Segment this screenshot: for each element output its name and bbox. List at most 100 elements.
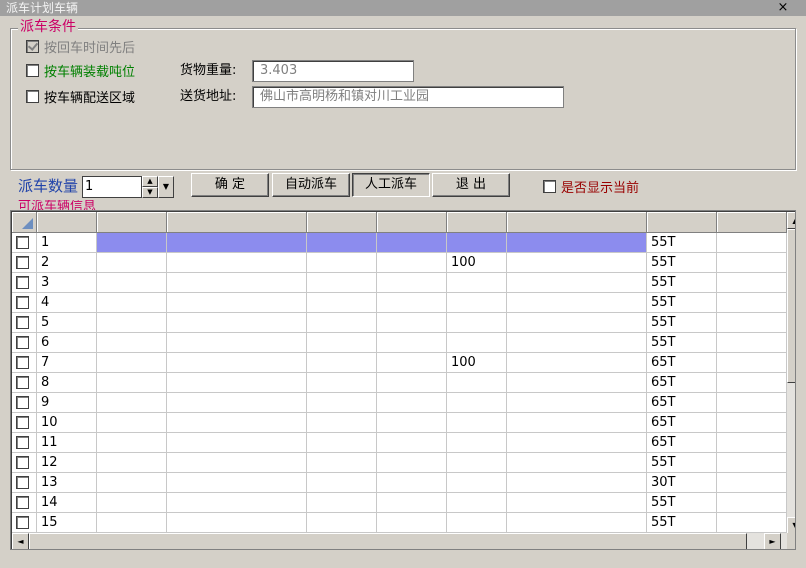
grid-cell[interactable] — [507, 373, 647, 393]
exit-button[interactable]: 退 出 — [432, 173, 510, 197]
grid-cell[interactable] — [447, 473, 507, 493]
grid-cell[interactable]: 10 — [37, 413, 97, 433]
grid-cell[interactable] — [447, 233, 507, 253]
grid-cell[interactable]: 65T — [647, 353, 717, 373]
grid-cell[interactable] — [507, 273, 647, 293]
grid-cell[interactable] — [447, 373, 507, 393]
grid-cell[interactable] — [97, 393, 167, 413]
grid-cell[interactable]: 65T — [647, 373, 717, 393]
row-checkbox[interactable] — [16, 436, 29, 449]
grid-cell[interactable] — [167, 493, 307, 513]
column-header[interactable] — [307, 212, 377, 233]
grid-cell[interactable]: 55T — [647, 233, 717, 253]
area-checkbox[interactable] — [26, 89, 39, 103]
table-row[interactable]: 8 65T — [12, 373, 787, 393]
close-icon[interactable]: × — [776, 0, 790, 15]
grid-cell[interactable]: 30T — [647, 473, 717, 493]
grid-cell[interactable]: 4 — [37, 293, 97, 313]
grid-cell[interactable] — [447, 293, 507, 313]
grid-cell[interactable]: 6 — [37, 333, 97, 353]
table-row[interactable]: 13 30T — [12, 473, 787, 493]
grid-cell[interactable] — [377, 293, 447, 313]
grid-cell[interactable] — [717, 353, 787, 373]
grid-cell[interactable] — [167, 413, 307, 433]
row-checkbox[interactable] — [16, 516, 29, 529]
row-checkbox[interactable] — [16, 316, 29, 329]
show-current-option[interactable]: 是否显示当前 — [543, 177, 639, 196]
grid-cell[interactable] — [307, 493, 377, 513]
grid-cell[interactable]: 55T — [647, 513, 717, 533]
capacity-option[interactable]: 按车辆装载吨位 — [26, 61, 135, 80]
select-all-icon[interactable] — [12, 212, 37, 233]
grid-cell[interactable] — [167, 393, 307, 413]
row-checkbox[interactable] — [16, 276, 29, 289]
column-header[interactable] — [377, 212, 447, 233]
table-row[interactable]: 14 55T — [12, 493, 787, 513]
horizontal-scroll-thumb[interactable] — [29, 533, 747, 549]
grid-cell[interactable] — [507, 453, 647, 473]
row-checkbox[interactable] — [16, 256, 29, 269]
grid-cell[interactable] — [97, 473, 167, 493]
grid-cell[interactable]: 65T — [647, 413, 717, 433]
grid-cell[interactable]: 100 — [447, 353, 507, 373]
grid-cell[interactable] — [167, 233, 307, 253]
column-header[interactable] — [97, 212, 167, 233]
grid-cell[interactable] — [97, 413, 167, 433]
grid-cell[interactable] — [507, 233, 647, 253]
table-row[interactable]: 7 100 65T — [12, 353, 787, 373]
column-header[interactable] — [507, 212, 647, 233]
grid-cell[interactable] — [167, 513, 307, 533]
grid-cell[interactable] — [377, 353, 447, 373]
grid-cell[interactable] — [377, 373, 447, 393]
grid-cell[interactable] — [507, 293, 647, 313]
grid-cell[interactable] — [717, 313, 787, 333]
grid-cell[interactable]: 55T — [647, 253, 717, 273]
grid-cell[interactable] — [377, 313, 447, 333]
grid-cell[interactable]: 55T — [647, 313, 717, 333]
grid-cell[interactable] — [447, 273, 507, 293]
grid-cell[interactable]: 55T — [647, 293, 717, 313]
grid-cell[interactable] — [507, 353, 647, 373]
grid-cell[interactable] — [97, 333, 167, 353]
grid-cell[interactable] — [97, 233, 167, 253]
grid-cell[interactable] — [507, 433, 647, 453]
show-current-checkbox[interactable] — [543, 179, 556, 193]
grid-cell[interactable] — [717, 273, 787, 293]
column-header[interactable] — [37, 212, 97, 233]
grid-cell[interactable] — [377, 333, 447, 353]
row-checkbox[interactable] — [16, 496, 29, 509]
grid-cell[interactable] — [717, 393, 787, 413]
table-row[interactable]: 1 55T — [12, 233, 787, 253]
grid-cell[interactable] — [507, 313, 647, 333]
grid-cell[interactable] — [377, 453, 447, 473]
grid-cell[interactable]: 9 — [37, 393, 97, 413]
row-checkbox[interactable] — [16, 456, 29, 469]
row-checkbox[interactable] — [16, 296, 29, 309]
table-row[interactable]: 3 55T — [12, 273, 787, 293]
grid-cell[interactable] — [717, 433, 787, 453]
grid-cell[interactable] — [507, 493, 647, 513]
grid-cell[interactable] — [447, 513, 507, 533]
grid-cell[interactable] — [167, 333, 307, 353]
grid-cell[interactable] — [717, 233, 787, 253]
grid-cell[interactable] — [377, 413, 447, 433]
grid-cell[interactable]: 65T — [647, 393, 717, 413]
grid-cell[interactable] — [97, 353, 167, 373]
grid-cell[interactable] — [307, 253, 377, 273]
grid-cell[interactable] — [377, 393, 447, 413]
grid-cell[interactable]: 15 — [37, 513, 97, 533]
grid-cell[interactable] — [167, 453, 307, 473]
weight-input[interactable]: 3.403 — [252, 60, 414, 82]
grid-cell[interactable] — [307, 473, 377, 493]
grid-cell[interactable] — [717, 513, 787, 533]
grid-cell[interactable]: 14 — [37, 493, 97, 513]
grid-cell[interactable] — [717, 493, 787, 513]
grid-cell[interactable] — [307, 393, 377, 413]
grid-cell[interactable] — [307, 313, 377, 333]
column-header[interactable] — [647, 212, 717, 233]
grid-cell[interactable] — [377, 513, 447, 533]
table-row[interactable]: 2 100 55T — [12, 253, 787, 273]
grid-cell[interactable]: 55T — [647, 333, 717, 353]
spin-down-icon[interactable]: ▼ — [142, 187, 158, 198]
grid-cell[interactable]: 2 — [37, 253, 97, 273]
